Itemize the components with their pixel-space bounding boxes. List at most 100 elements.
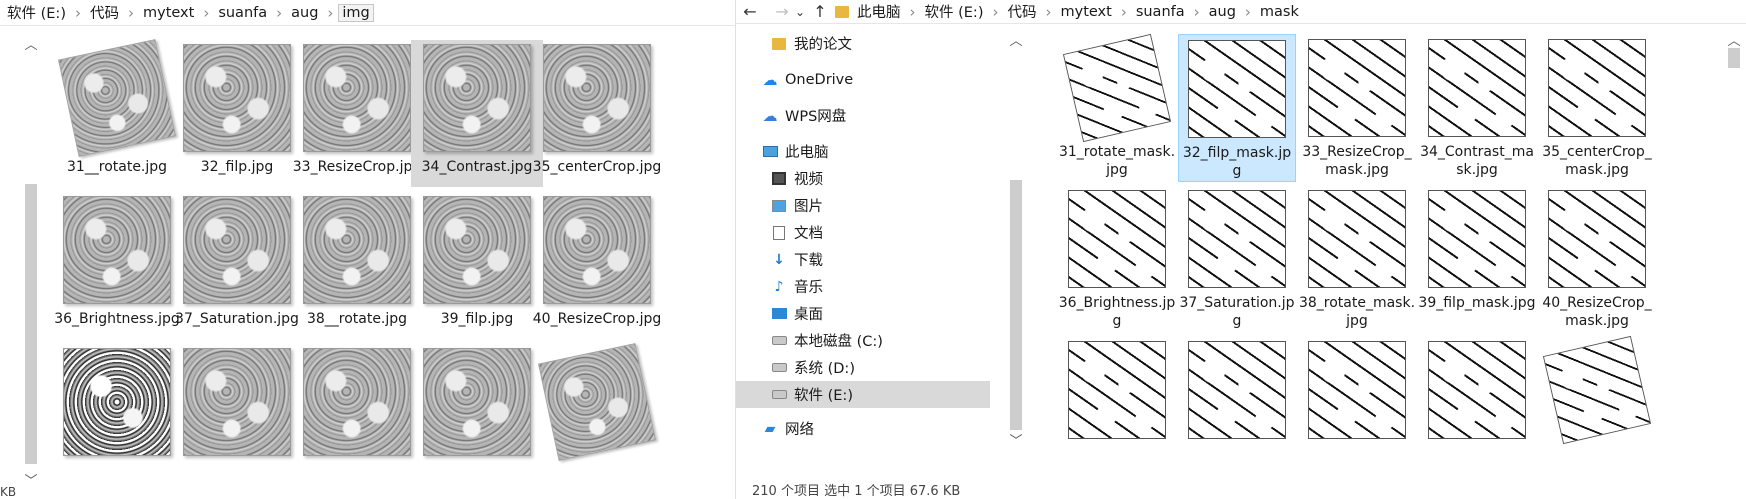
nav-item[interactable]: 本地磁盘 (C:) xyxy=(736,327,990,354)
breadcrumb-separator-icon[interactable]: › xyxy=(271,4,287,22)
nav-item[interactable]: 图片 xyxy=(736,192,990,219)
breadcrumb-item[interactable]: mytext xyxy=(139,5,198,21)
breadcrumb-item[interactable]: aug xyxy=(1205,4,1240,20)
recent-locations-chevron-icon[interactable]: ⌄ xyxy=(793,1,807,23)
up-arrow-icon[interactable]: ↑ xyxy=(809,1,831,23)
file-item[interactable]: 36_Brightness.jpg xyxy=(1058,185,1176,333)
breadcrumb-item[interactable]: 代码 xyxy=(86,2,123,23)
file-item[interactable]: 32_filp_mask.jpg xyxy=(1178,34,1296,182)
file-item[interactable]: 34_Contrast.jpg xyxy=(411,40,543,187)
file-name: 37_Saturation.jpg xyxy=(175,311,299,327)
mask-thumbnail xyxy=(1308,190,1406,288)
file-name: 39_filp.jpg xyxy=(440,311,514,327)
nav-item[interactable]: ☁ OneDrive xyxy=(736,66,990,93)
image-thumbnail xyxy=(543,44,651,152)
file-item[interactable]: 35_centerCrop.jpg xyxy=(531,40,663,187)
breadcrumb-item[interactable]: 软件 (E:) xyxy=(3,2,70,23)
breadcrumb-separator-icon[interactable]: › xyxy=(1040,3,1056,21)
file-item[interactable] xyxy=(1058,336,1176,484)
nav-item[interactable]: 我的论文 xyxy=(736,30,990,57)
file-item[interactable]: 33_ResizeCrop_mask.jpg xyxy=(1298,34,1416,182)
file-item[interactable] xyxy=(411,344,543,491)
breadcrumb-item[interactable]: 代码 xyxy=(1003,1,1040,22)
network-icon: ▰ xyxy=(764,420,776,437)
breadcrumb-item[interactable]: mytext xyxy=(1056,4,1115,20)
file-item[interactable] xyxy=(51,344,183,491)
breadcrumb-separator-icon[interactable]: › xyxy=(123,4,139,22)
file-item[interactable]: 40_ResizeCrop_mask.jpg xyxy=(1538,185,1656,333)
scroll-up-arrow-icon[interactable]: ︿ xyxy=(21,34,41,53)
nav-item[interactable]: 桌面 xyxy=(736,300,990,327)
nav-item[interactable]: ☁ WPS网盘 xyxy=(736,102,990,129)
breadcrumb-separator-icon[interactable]: › xyxy=(322,4,338,22)
file-item[interactable]: 40_ResizeCrop.jpg xyxy=(531,192,663,339)
forward-arrow-icon[interactable]: → xyxy=(771,1,793,23)
file-item[interactable]: 38__rotate.jpg xyxy=(291,192,423,339)
mask-thumbnail xyxy=(1068,190,1166,288)
left-vertical-scrollbar[interactable]: ︿ ﹀ xyxy=(21,34,41,490)
left-breadcrumb[interactable]: 软件 (E:) › 代码 › mytext › suanfa › aug › img xyxy=(0,0,735,26)
breadcrumb-separator-icon[interactable]: › xyxy=(1116,3,1132,21)
right-breadcrumb[interactable]: 此电脑 › 软件 (E:) › 代码 › mytext › suanfa › aug › mask xyxy=(835,1,1303,22)
breadcrumb-item[interactable]: 软件 (E:) xyxy=(921,1,988,22)
image-thumbnail xyxy=(183,196,291,304)
right-vertical-scrollbar[interactable]: ︿ xyxy=(1725,30,1743,499)
file-item[interactable]: 39_filp.jpg xyxy=(411,192,543,339)
breadcrumb-separator-icon[interactable]: › xyxy=(1240,3,1256,21)
file-item[interactable] xyxy=(1178,336,1296,484)
scrollbar-thumb[interactable] xyxy=(25,184,37,464)
file-name: 40_ResizeCrop_mask.jpg xyxy=(1542,295,1652,329)
file-item[interactable] xyxy=(531,343,663,491)
back-arrow-icon[interactable]: ← xyxy=(739,1,761,23)
nav-item[interactable]: ♪ 音乐 xyxy=(736,273,990,300)
nav-item[interactable]: 视频 xyxy=(736,165,990,192)
nav-item-label: 视频 xyxy=(794,172,823,188)
drive-icon xyxy=(771,360,787,376)
breadcrumb-item[interactable]: mask xyxy=(1256,4,1303,20)
wps-cloud-icon: ☁ xyxy=(762,106,778,125)
breadcrumb-separator-icon[interactable]: › xyxy=(1189,3,1205,21)
file-item[interactable]: 35_centerCrop_mask.jpg xyxy=(1538,34,1656,182)
file-item[interactable]: 37_Saturation.jpg xyxy=(1178,185,1296,333)
file-item[interactable] xyxy=(1418,336,1536,484)
breadcrumb-separator-icon[interactable]: › xyxy=(987,3,1003,21)
breadcrumb-item[interactable]: aug xyxy=(287,5,322,21)
scroll-down-arrow-icon[interactable]: ﹀ xyxy=(1007,430,1025,449)
scroll-up-arrow-icon[interactable]: ︿ xyxy=(1007,30,1025,49)
file-item[interactable] xyxy=(1538,335,1656,484)
breadcrumb-item[interactable]: suanfa xyxy=(1132,4,1189,20)
scrollbar-thumb[interactable] xyxy=(1728,48,1740,68)
nav-item[interactable]: 此电脑 xyxy=(736,138,990,165)
file-item[interactable]: 33_ResizeCrop.jpg xyxy=(291,40,423,187)
mask-thumbnail xyxy=(1428,39,1526,137)
scroll-up-arrow-icon[interactable]: ︿ xyxy=(1725,30,1743,49)
nav-item[interactable]: 软件 (E:) xyxy=(736,381,990,408)
nav-item[interactable]: ↓ 下载 xyxy=(736,246,990,273)
file-item[interactable]: 39_filp_mask.jpg xyxy=(1418,185,1536,333)
breadcrumb-separator-icon[interactable]: › xyxy=(905,3,921,21)
navigation-pane: 我的论文 ☁ OneDrive ☁ WPS网盘 此电脑 视频 图片 文档 ↓ 下载 ♪ 音乐 桌面 本地磁盘… xyxy=(736,30,990,499)
breadcrumb-item[interactable]: suanfa xyxy=(214,5,271,21)
file-item[interactable]: 34_Contrast_mask.jpg xyxy=(1418,34,1536,182)
nav-item[interactable]: 文档 xyxy=(736,219,990,246)
left-explorer-window: 软件 (E:) › 代码 › mytext › suanfa › aug › img ︿ ﹀ 31_… xyxy=(0,0,735,499)
nav-item[interactable]: ▰ 网络 xyxy=(736,415,990,442)
file-item[interactable]: 31__rotate.jpg xyxy=(51,39,183,187)
file-item[interactable]: 37_Saturation.jpg xyxy=(171,192,303,339)
nav-item-label: OneDrive xyxy=(785,71,854,88)
file-item[interactable] xyxy=(291,344,423,491)
nav-pane-scrollbar[interactable]: ︿ ﹀ xyxy=(1007,30,1025,450)
breadcrumb-separator-icon[interactable]: › xyxy=(198,4,214,22)
file-item[interactable] xyxy=(171,344,303,491)
file-item[interactable]: 32_filp.jpg xyxy=(171,40,303,187)
file-name: 35_centerCrop_mask.jpg xyxy=(1542,144,1652,178)
file-item[interactable]: 38_rotate_mask.jpg xyxy=(1298,185,1416,333)
nav-item[interactable]: 系统 (D:) xyxy=(736,354,990,381)
file-item[interactable]: 36_Brightness.jpg xyxy=(51,192,183,339)
breadcrumb-separator-icon[interactable]: › xyxy=(70,4,86,22)
file-item[interactable]: 31_rotate_mask.jpg xyxy=(1058,33,1176,182)
file-item[interactable] xyxy=(1298,336,1416,484)
breadcrumb-item[interactable]: 此电脑 xyxy=(853,1,905,22)
scrollbar-thumb[interactable] xyxy=(1010,180,1022,430)
breadcrumb-item[interactable]: img xyxy=(338,3,374,22)
